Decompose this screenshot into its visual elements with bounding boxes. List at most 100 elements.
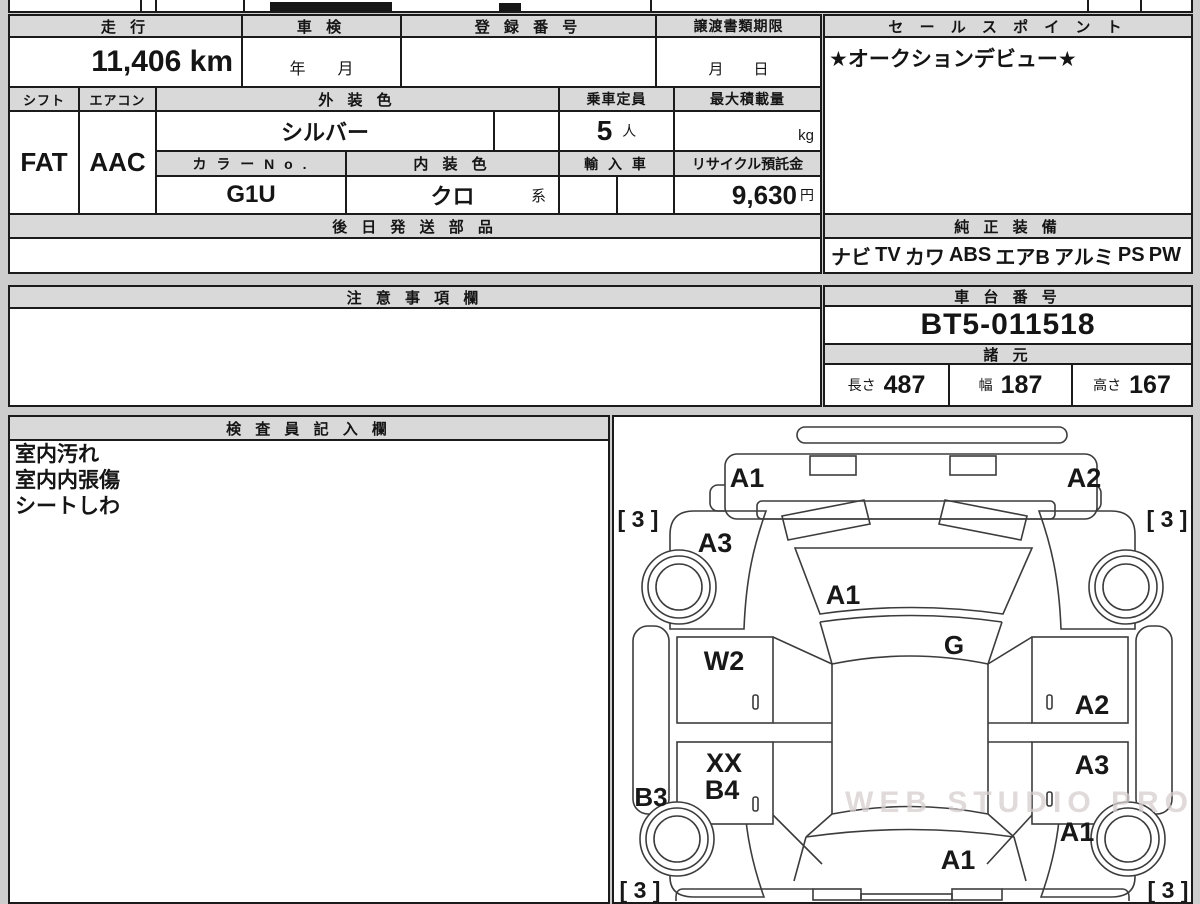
recycle-deposit-amount: 9,630 [731,179,797,210]
roof-sides [831,664,989,814]
aircon-value: AAC [78,110,157,215]
damage-label-front-left-door: W2 [704,646,745,676]
sales-point-header: セ ー ル ス ポ イ ン ト [823,14,1193,38]
equipment-item: PS [1117,244,1145,266]
rear-window-arc [831,805,989,815]
equipment-item: PW [1148,244,1181,266]
cutoff-cell-border [243,0,245,13]
notes-header: 注 意 事 項 欄 [8,285,822,309]
recycle-deposit-value: 9,630 円 [673,175,822,215]
aircon-header: エアコン [78,86,157,112]
later-parts-value [8,237,822,274]
import-car-cell-1 [558,175,618,215]
damage-label-hood: A1 [826,580,861,610]
front-bumper [724,453,1098,520]
damage-label-trunk: A1 [941,845,976,875]
registration-value [400,36,657,88]
windshield-top-arc [831,655,989,665]
equipment-item: アルミ [1053,247,1114,269]
front-bumper-strip [796,426,1068,444]
tire-mark-rear-right: [ 3 ] [1148,877,1189,902]
inspector-header: 検 査 員 記 入 欄 [8,415,610,441]
specs-header: 諸 元 [823,343,1193,365]
right-sill [1135,625,1173,815]
equipment-item: カワ [904,247,945,269]
damage-label-front-bumper-left: A1 [730,463,765,493]
spec-height: 高さ 167 [1071,363,1193,407]
inspector-note-line: 室内内張傷 [15,469,120,492]
cutoff-cell-border [650,0,652,13]
damage-label-rear-left-door-upper: XX [706,748,742,778]
color-no-header: カ ラ ー N o . [155,150,347,177]
color-no-value: G1U [155,175,347,215]
interior-color-header: 内 装 色 [345,150,560,177]
mileage-value: 11,406 km [8,36,243,88]
capacity-unit: 人 [622,123,637,139]
shift-value: FAT [8,110,80,215]
spec-width: 幅 187 [948,363,1073,407]
transfer-deadline-header: 譲渡書類期限 [655,14,822,38]
import-car-cell-2 [616,175,675,215]
registration-header: 登 録 番 号 [400,14,657,38]
trunk-top-arc [805,828,1015,838]
damage-label-front-bumper-right: A2 [1067,463,1102,493]
recycle-deposit-header: リサイクル預託金 [673,150,822,177]
cutoff-cell-border [140,0,142,13]
equipment-row: ナビ TV カワ ABS エアB アルミ PS PW [823,237,1193,274]
exterior-color-header: 外 装 色 [155,86,560,112]
capacity-header: 乗車定員 [558,86,675,112]
equipment-item: TV [875,244,901,266]
auction-sheet: { "info": { "mileage": {"label":"走 行", "… [0,0,1200,904]
damage-label-windshield: G [944,630,964,660]
chassis-number-value: BT5-011518 [823,305,1193,345]
tire-mark-front-left: [ 3 ] [618,506,659,532]
chassis-number-header: 車 台 番 号 [823,285,1193,307]
mileage-text: 11,406 km [91,45,233,78]
spec-length-label: 長さ [847,377,876,393]
inspector-body: 室内汚れ 室内内張傷 シートしわ [8,439,610,904]
cutoff-cell-border [1087,0,1089,13]
max-load-header: 最大積載量 [673,86,822,112]
interior-color-text: クロ [430,184,475,209]
rear-license-plate [860,893,953,901]
tire-mark-front-right: [ 3 ] [1147,506,1188,532]
interior-color-suffix: 系 [530,187,546,205]
damage-label-rear-right-fender: A1 [1060,817,1095,847]
damage-label-front-left-fender: A3 [698,528,733,558]
rear-step-left [812,888,862,901]
spec-height-label: 高さ [1093,377,1122,393]
sales-point-body: ★オークションデビュー★ [823,36,1193,215]
cutoff-text-fragment [270,2,392,11]
damage-label-rear-right-door: A3 [1075,750,1110,780]
shaken-header: 車 検 [241,14,402,38]
exterior-color-sub-cell [493,110,560,152]
transfer-deadline-value: 月 日 [655,36,822,88]
inspector-note-line: 室内汚れ [15,443,99,466]
a-pillars [819,621,1003,665]
notes-body [8,307,822,407]
spec-length: 長さ 487 [823,363,950,407]
spec-width-value: 187 [1000,370,1043,399]
interior-color-value: クロ 系 [345,175,560,215]
shaken-value: 年 月 [241,36,402,88]
cutoff-top-row [8,0,1193,13]
damage-label-rear-left-door-lower: B4 [705,775,740,805]
spec-length-value: 487 [883,370,926,399]
shift-header: シフト [8,86,80,112]
rear-quarter-lines [772,814,1033,865]
tire-mark-rear-left: [ 3 ] [620,877,661,902]
max-load-value: kg [673,110,822,152]
equipment-item: エアB [995,247,1050,269]
equipment-header: 純 正 装 備 [823,213,1193,239]
rear-step-right [951,888,1003,901]
mileage-header: 走 行 [8,14,243,38]
import-car-header: 輸 入 車 [558,150,675,177]
cutoff-cell-border [155,0,157,13]
capacity-number: 5 [596,115,613,146]
equipment-item: ABS [948,244,992,266]
b-pillar-bands [773,722,1032,743]
damage-diagram-box: A1 A2 [ 3 ] [ 3 ] A3 A1 G W2 A2 XX A3 B3… [612,415,1193,904]
cutoff-text-fragment [499,3,521,11]
spec-height-value: 167 [1129,370,1171,399]
damage-label-front-right-door: A2 [1075,690,1110,720]
